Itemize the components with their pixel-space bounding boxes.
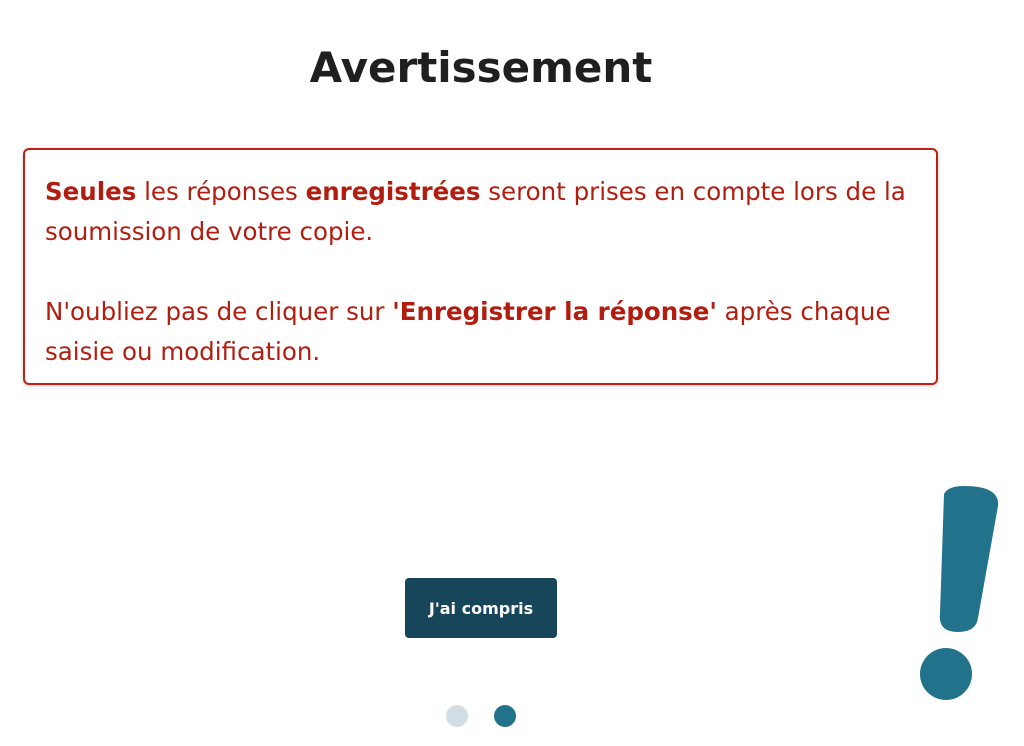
pagination-dots <box>446 705 518 727</box>
confirm-button[interactable]: J'ai compris <box>405 578 557 638</box>
pagination-dot-1[interactable] <box>446 705 468 727</box>
pagination-dot-2-active[interactable] <box>494 705 516 727</box>
warning-box: Seules les réponses enregistrées seront … <box>23 148 938 385</box>
exclamation-icon <box>920 486 999 700</box>
warning-text: les réponses <box>136 177 306 206</box>
warning-emphasis: 'Enregistrer la réponse' <box>392 297 717 326</box>
warning-emphasis: enregistrées <box>305 177 481 206</box>
warning-modal: Avertissement Seules les réponses enregi… <box>0 0 1024 746</box>
warning-paragraph-1: Seules les réponses enregistrées seront … <box>45 172 916 252</box>
page-title: Avertissement <box>309 43 653 92</box>
warning-text: N'oubliez pas de cliquer sur <box>45 297 393 326</box>
warning-emphasis: Seules <box>45 177 137 206</box>
warning-paragraph-2: N'oubliez pas de cliquer sur 'Enregistre… <box>45 292 916 372</box>
